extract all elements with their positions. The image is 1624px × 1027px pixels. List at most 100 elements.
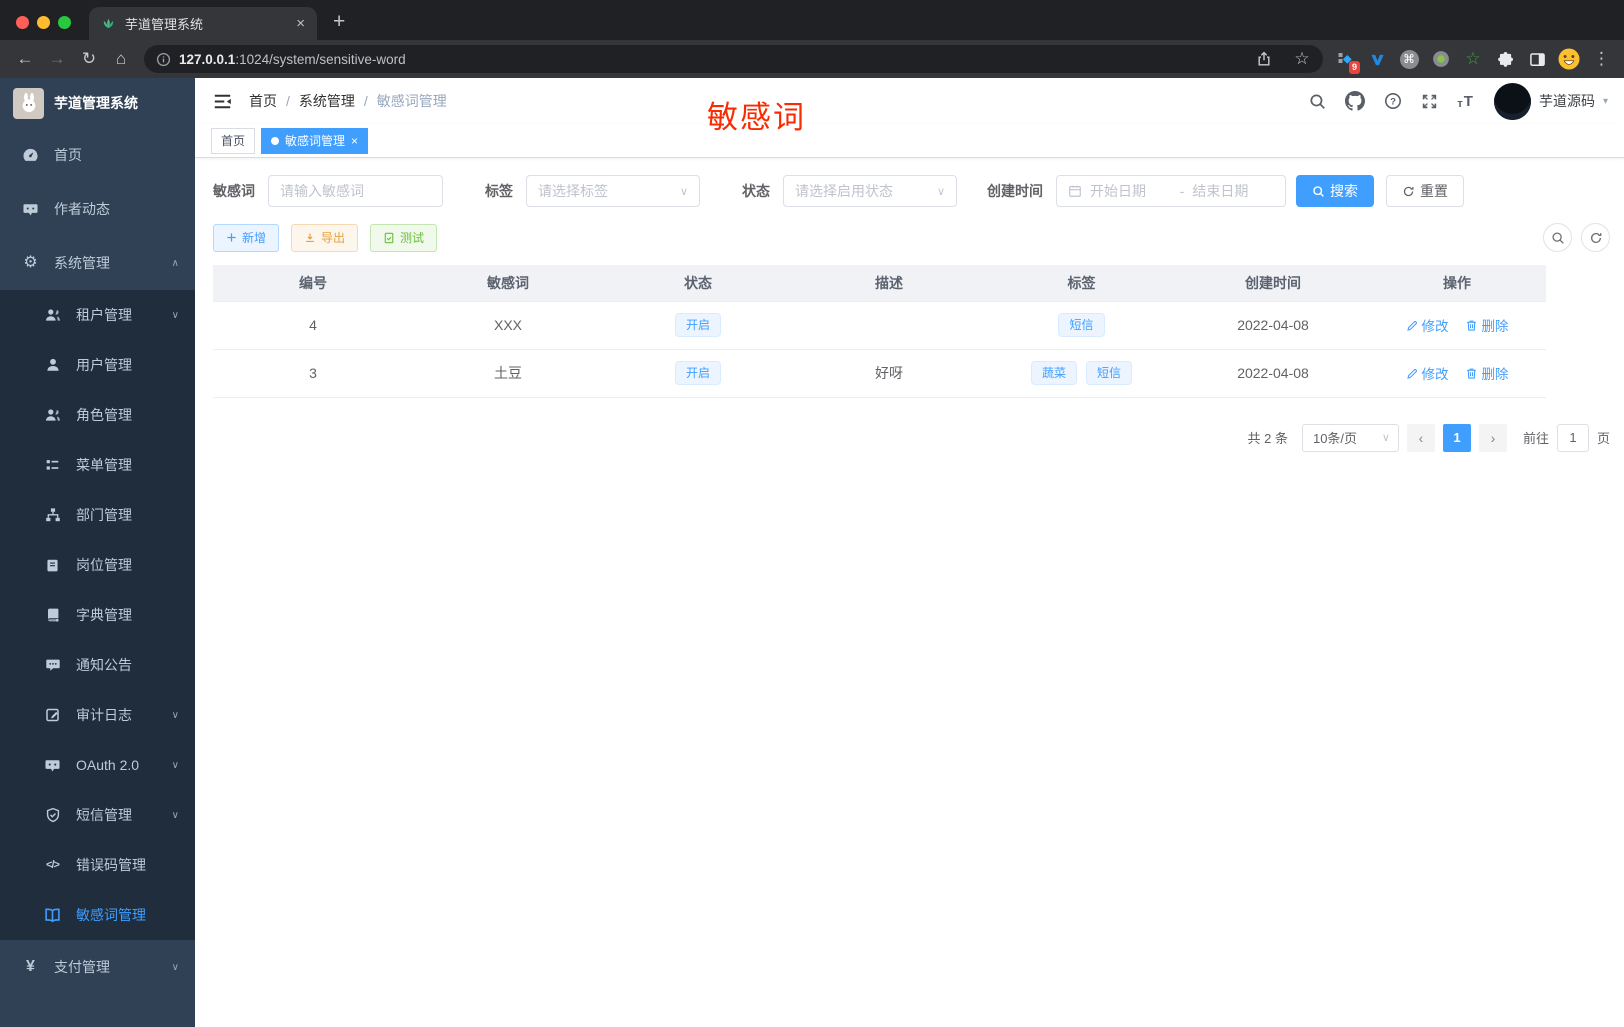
sidebar-item-post[interactable]: 岗位管理 [0,540,195,590]
sidebar-item-dept[interactable]: 部门管理 [0,490,195,540]
sidebar-item-user[interactable]: 用户管理 [0,340,195,390]
sidebar-item-home[interactable]: 首页 [0,128,195,182]
tag-sensitive-word[interactable]: 敏感词管理 × [261,127,369,154]
tag-select[interactable]: 请选择标签 ∨ [526,175,700,207]
home-icon[interactable]: ⌂ [106,44,136,74]
extension-command-icon[interactable]: ⌘ [1395,45,1423,73]
cell-actions: 修改 删除 [1368,349,1546,398]
fullscreen-icon[interactable] [1421,93,1438,110]
sidebar: 芋道管理系统 首页 作者动态 ⚙ 系统管理 ∧ 租户管理 ∨ 用户管理 角色管理… [0,78,195,1027]
site-info-icon[interactable] [156,52,171,67]
extension-recorder-icon[interactable] [1427,45,1455,73]
chevron-down-icon: ∨ [171,809,179,821]
sidebar-item-sensitive-word[interactable]: 敏感词管理 [0,890,195,940]
extension-star-icon[interactable]: ☆ [1459,45,1487,73]
dept-org-icon [44,507,61,524]
goto-page-input[interactable] [1556,423,1589,452]
chevron-down-icon: ∨ [171,309,179,321]
sidebar-item-label: 首页 [54,147,82,163]
profile-emoji-icon[interactable] [1555,45,1583,73]
share-icon[interactable] [1249,44,1279,74]
sidebar-item-tenant[interactable]: 租户管理 ∨ [0,290,195,340]
user-name: 芋道源码 [1538,93,1595,109]
user-avatar [1493,82,1531,120]
collapse-sidebar-icon[interactable] [211,90,233,112]
edit-link[interactable]: 修改 [1406,363,1449,383]
table-search-button[interactable] [1543,223,1572,252]
sidebar-item-system[interactable]: ⚙ 系统管理 ∧ [0,236,195,290]
sidebar-item-label: 系统管理 [54,255,110,271]
edit-link[interactable]: 修改 [1406,315,1449,335]
user-menu[interactable]: 芋道源码 ▾ [1493,82,1608,120]
next-page-button[interactable]: › [1478,423,1507,452]
zoom-window-button[interactable] [58,16,71,29]
sidebar-item-label: 通知公告 [76,657,132,673]
close-window-button[interactable] [16,16,29,29]
breadcrumb-home[interactable]: 首页 [249,91,277,111]
tag-badge: 蔬菜 [1030,361,1077,385]
tag-label: 首页 [221,134,246,148]
browser-toolbar: ← → ↻ ⌂ 127.0.0.1:1024/system/sensitive-… [0,40,1624,78]
chevron-down-icon: ∨ [936,185,945,198]
sidebar-item-menu[interactable]: 菜单管理 [0,440,195,490]
reset-button[interactable]: 重置 [1386,175,1464,207]
forward-icon[interactable]: → [42,44,72,74]
keyword-input[interactable] [280,183,431,199]
sidebar-item-error-code[interactable]: </> 错误码管理 [0,840,195,890]
extension-vimium-icon[interactable] [1363,45,1391,73]
address-bar[interactable]: 127.0.0.1:1024/system/sensitive-word ☆ [144,45,1323,73]
delete-link[interactable]: 删除 [1465,315,1508,335]
tag-badge: 短信 [1058,313,1105,337]
prev-page-button[interactable]: ‹ [1406,423,1435,452]
tab-close-icon[interactable]: × [296,15,305,32]
navbar-tools: ? тT 芋道源码 ▾ [1309,82,1608,120]
search-button[interactable]: 搜索 [1296,175,1374,207]
date-range-picker[interactable]: 开始日期 - 结束日期 [1056,175,1286,207]
cell-created: 2022-04-08 [1178,300,1368,350]
extensions-puzzle-icon[interactable] [1491,45,1519,73]
sidebar-item-label: 租户管理 [76,307,132,323]
side-panel-icon[interactable] [1523,45,1551,73]
font-size-icon[interactable]: тT [1457,93,1473,110]
sidebar-item-audit-log[interactable]: 审计日志 ∨ [0,690,195,740]
breadcrumb-separator: / [363,93,368,109]
current-page-button[interactable]: 1 [1442,423,1471,452]
sidebar-item-author-news[interactable]: 作者动态 [0,182,195,236]
breadcrumb-system[interactable]: 系统管理 [299,91,355,111]
test-button[interactable]: 测试 [370,223,438,252]
sidebar-item-label: OAuth 2.0 [76,757,140,773]
breadcrumb-current: 敏感词管理 [376,93,447,109]
back-icon[interactable]: ← [10,44,40,74]
add-button[interactable]: 新增 [213,223,280,252]
sidebar-item-dict[interactable]: 字典管理 [0,590,195,640]
tag-label: 标签 [485,183,513,199]
col-tags: 标签 [985,265,1178,301]
new-tab-button[interactable]: + [317,10,345,40]
export-button[interactable]: 导出 [291,223,359,252]
sidebar-item-role[interactable]: 角色管理 [0,390,195,440]
github-icon[interactable] [1345,91,1366,111]
minimize-window-button[interactable] [37,16,50,29]
page-content: 敏感词 标签 请选择标签 ∨ 状态 请选择启用状态 ∨ [195,158,1624,1027]
sidebar-item-notice[interactable]: 通知公告 [0,640,195,690]
browser-tab[interactable]: 芋道管理系统 × [89,7,317,40]
page-size-select[interactable]: 10条/页 ∨ [1301,423,1399,452]
tag-close-icon[interactable]: × [351,134,358,148]
table-refresh-button[interactable] [1581,223,1610,252]
dict-book-icon [44,607,61,624]
sidebar-item-oauth[interactable]: OAuth 2.0 ∨ [0,740,195,790]
delete-link[interactable]: 删除 [1465,363,1508,383]
extension-grid-icon[interactable]: 9 [1331,45,1360,74]
browser-menu-icon[interactable]: ⋮ [1587,49,1614,69]
sms-shield-icon [44,807,61,824]
reload-icon[interactable]: ↻ [74,44,104,74]
status-select[interactable]: 请选择启用状态 ∨ [783,175,957,207]
help-icon[interactable]: ? [1384,92,1402,110]
tag-home[interactable]: 首页 [211,127,256,154]
extensions-area: 9 ⌘ ☆ ⋮ [1331,45,1614,74]
sidebar-item-sms[interactable]: 短信管理 ∨ [0,790,195,840]
search-icon[interactable] [1309,93,1326,110]
sidebar-item-payment[interactable]: ¥ 支付管理 ∨ [0,940,195,994]
bookmark-star-icon[interactable]: ☆ [1287,44,1317,74]
table-row: 3 土豆 开启 好呀 蔬菜 短信 2022-04-08 修改 删除 [213,349,1546,398]
